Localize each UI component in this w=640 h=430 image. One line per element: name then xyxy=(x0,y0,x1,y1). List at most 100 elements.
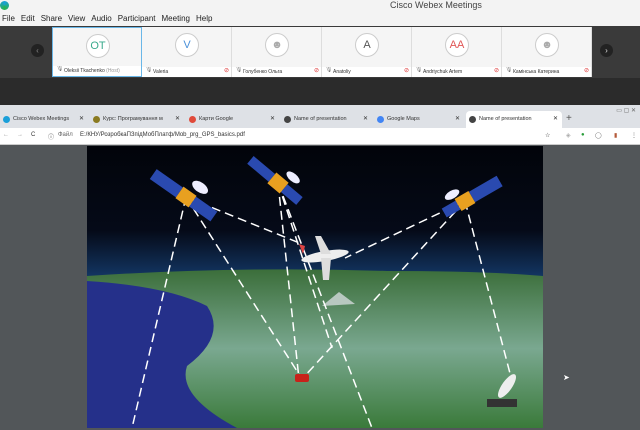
prev-arrow-icon[interactable]: ‹ xyxy=(31,44,44,57)
tab-label: Name of presentation xyxy=(294,116,347,122)
microphone-icon[interactable]: 🎙 xyxy=(325,67,333,75)
new-tab-button[interactable]: + xyxy=(566,113,572,124)
reload-icon[interactable]: C xyxy=(31,132,35,138)
divider xyxy=(0,78,640,105)
title-bar: Cisco Webex Meetings xyxy=(0,0,640,11)
tab-favicon-icon xyxy=(377,116,384,123)
menu-edit[interactable]: Edit xyxy=(21,14,35,23)
close-tab-icon[interactable]: ✕ xyxy=(79,111,84,128)
participant-name-bar: 🎙 Oleksii Tkachenko (Host) xyxy=(53,66,141,76)
participant-tile[interactable]: ☻ 🎙 Камінська Катерина ⊘ xyxy=(502,27,592,77)
menu-help[interactable]: Help xyxy=(196,14,212,23)
close-tab-icon[interactable]: ✕ xyxy=(270,111,275,128)
app-title: Cisco Webex Meetings xyxy=(390,0,482,10)
participant-avatar: A xyxy=(355,33,379,57)
extension-green-icon[interactable]: ● xyxy=(581,132,585,138)
car-icon xyxy=(295,374,309,382)
browser-tab[interactable]: Name of presentation ✕ xyxy=(466,111,562,128)
muted-icon: ⊘ xyxy=(493,68,499,74)
participant-name-bar: 🎙 Valeria ⊘ xyxy=(142,67,231,77)
menu-share[interactable]: Share xyxy=(41,14,62,23)
participant-name: Andriychuk Artem xyxy=(423,69,463,75)
tab-favicon-icon xyxy=(189,116,196,123)
menu-file[interactable]: File xyxy=(2,14,15,23)
participant-avatar: ☻ xyxy=(265,33,289,57)
tab-favicon-icon xyxy=(284,116,291,123)
muted-icon: ⊘ xyxy=(313,68,319,74)
gps-illustration xyxy=(87,146,543,428)
avatar-initials: A xyxy=(363,39,371,51)
tab-label: Cisco Webex Meetings xyxy=(13,116,70,122)
microphone-icon[interactable]: 🎙 xyxy=(145,67,153,75)
browser-tab-bar: Cisco Webex Meetings ✕ Курс: Програмування… xyxy=(0,105,640,128)
browser-tab[interactable]: Cisco Webex Meetings ✕ xyxy=(0,111,88,128)
participant-tile[interactable]: OT 🎙 Oleksii Tkachenko (Host) xyxy=(52,27,142,77)
url-input[interactable]: E:/КНУ/РозробкаПЗпідМобПлатф/Mob_prg_GPS… xyxy=(80,132,245,138)
user-icon: ☻ xyxy=(541,39,553,51)
participant-name-bar: 🎙 Камінська Катерина ⊘ xyxy=(502,67,591,77)
participant-name: Anatoliy xyxy=(333,69,351,75)
browser-tab[interactable]: Курс: Програмування м ✕ xyxy=(90,111,184,128)
forward-icon[interactable]: → xyxy=(17,132,23,138)
tab-favicon-icon xyxy=(3,116,10,123)
next-arrow-icon[interactable]: › xyxy=(600,44,613,57)
participant-name: Голубенко Ольга xyxy=(243,69,283,75)
address-bar: ← → C ⓘ Файл E:/КНУ/РозробкаПЗпідМобПлат… xyxy=(0,128,640,145)
browser-tab[interactable]: Google Maps ✕ xyxy=(374,111,464,128)
menu-participant[interactable]: Participant xyxy=(118,14,156,23)
participant-avatar: AA xyxy=(445,33,469,57)
info-icon: ⓘ xyxy=(48,135,55,141)
mouse-cursor-icon: ➤ xyxy=(563,373,570,382)
participant-tile[interactable]: V 🎙 Valeria ⊘ xyxy=(142,27,232,77)
avatar-initials: AA xyxy=(449,39,465,51)
browser-tab[interactable]: Name of presentation ✕ xyxy=(281,111,372,128)
user-icon: ☻ xyxy=(271,39,283,51)
extension-shield-icon[interactable]: ◈ xyxy=(566,132,571,139)
tab-favicon-icon xyxy=(469,116,476,123)
webex-logo-icon xyxy=(0,1,9,10)
participant-name: Камінська Катерина xyxy=(513,69,560,75)
participant-role: (Host) xyxy=(106,68,120,74)
file-label: Файл xyxy=(58,132,73,138)
bookmark-star-icon[interactable]: ☆ xyxy=(545,132,550,139)
participant-avatar: V xyxy=(175,33,199,57)
menu-meeting[interactable]: Meeting xyxy=(162,14,190,23)
microphone-icon[interactable]: 🎙 xyxy=(415,67,423,75)
tab-label: Google Maps xyxy=(387,116,420,122)
close-tab-icon[interactable]: ✕ xyxy=(363,111,368,128)
microphone-icon[interactable]: 🎙 xyxy=(505,67,513,75)
close-tab-icon[interactable]: ✕ xyxy=(175,111,180,128)
participant-tile[interactable]: A 🎙 Anatoliy ⊘ xyxy=(322,27,412,77)
participant-name-bar: 🎙 Голубенко Ольга ⊘ xyxy=(232,67,321,77)
extension-gray-icon[interactable]: ◯ xyxy=(595,132,602,139)
participant-avatar: ☻ xyxy=(535,33,559,57)
avatar-initials: OT xyxy=(90,40,106,52)
tab-label: Name of presentation xyxy=(479,116,532,122)
back-icon[interactable]: ← xyxy=(3,132,9,138)
participant-avatar: OT xyxy=(86,34,110,58)
participant-tile[interactable]: AA 🎙 Andriychuk Artem ⊘ xyxy=(412,27,502,77)
tab-label: Карти Google xyxy=(199,116,234,122)
avatar-initials: V xyxy=(183,39,191,51)
close-tab-icon[interactable]: ✕ xyxy=(553,111,558,128)
muted-icon: ⊘ xyxy=(583,68,589,74)
pdf-viewer: ➤ xyxy=(0,145,640,430)
browser-tab[interactable]: Карти Google ✕ xyxy=(186,111,279,128)
participant-name-bar: 🎙 Anatoliy ⊘ xyxy=(322,67,411,77)
close-tab-icon[interactable]: ✕ xyxy=(455,111,460,128)
menu-audio[interactable]: Audio xyxy=(91,14,111,23)
microphone-icon[interactable]: 🎙 xyxy=(56,66,64,74)
participant-strip: ‹ › OT 🎙 Oleksii Tkachenko (Host) V 🎙 Valer… xyxy=(0,26,640,78)
menu-bar: File Edit Share View Audio Participant M… xyxy=(0,11,640,26)
tab-favicon-icon xyxy=(93,116,100,123)
participant-name: Oleksii Tkachenko xyxy=(64,68,105,74)
microphone-icon[interactable]: 🎙 xyxy=(235,67,243,75)
menu-view[interactable]: View xyxy=(68,14,85,23)
tab-label: Курс: Програмування м xyxy=(103,116,163,122)
profile-avatar[interactable]: ▮ xyxy=(614,132,617,139)
menu-dots-icon[interactable]: ⋮ xyxy=(631,132,637,139)
participant-tile[interactable]: ☻ 🎙 Голубенко Ольга ⊘ xyxy=(232,27,322,77)
window-controls[interactable]: ▭ ▢ ✕ xyxy=(616,107,636,114)
muted-icon: ⊘ xyxy=(403,68,409,74)
muted-icon: ⊘ xyxy=(223,68,229,74)
